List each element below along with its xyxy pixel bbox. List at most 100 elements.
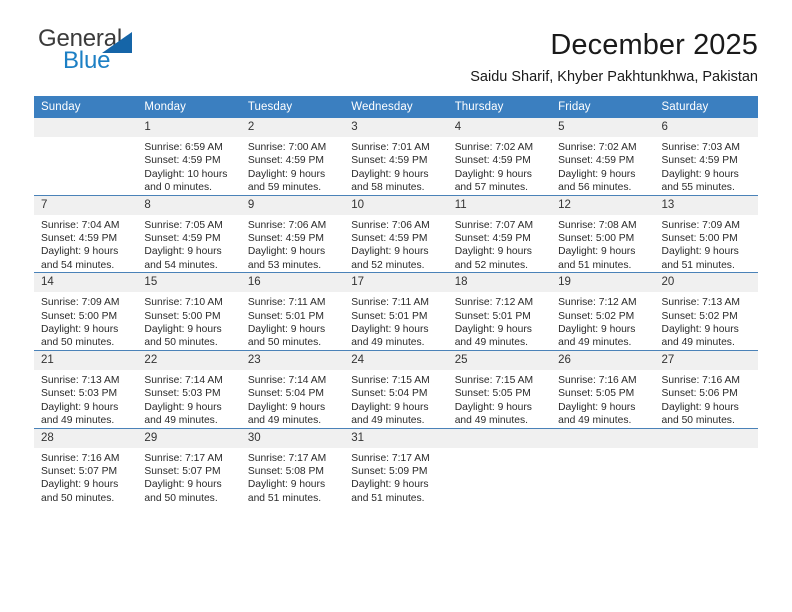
calendar-day-cell[interactable]: 3 Sunrise: 7:01 AM Sunset: 4:59 PM Daylight… — [344, 118, 448, 196]
day-number: 18 — [447, 273, 552, 293]
daylight-text-line1: Daylight: 9 hours — [351, 246, 429, 258]
daylight-text-line2: and 52 minutes. — [454, 259, 528, 271]
daylight-text-line1: Daylight: 9 hours — [351, 479, 429, 491]
day-number: 29 — [137, 428, 241, 448]
generalblue-logo[interactable]: General Blue — [34, 26, 174, 78]
daylight-text-line1: Daylight: 9 hours — [454, 168, 532, 180]
calendar-day-cell[interactable]: 6 Sunrise: 7:03 AM Sunset: 4:59 PM Daylight… — [654, 118, 758, 196]
page-subtitle: Saidu Sharif, Khyber Pakhtunkhwa, Pakist… — [470, 69, 758, 85]
calendar-day-cell[interactable]: 22 Sunrise: 7:14 AM Sunset: 5:03 PM Dayligh… — [137, 349, 241, 428]
sunrise-text: Sunrise: 7:09 AM — [41, 297, 120, 309]
daylight-text-line1: Daylight: 9 hours — [144, 479, 222, 491]
sunrise-text: Sunrise: 7:16 AM — [661, 374, 740, 386]
weekday-header-saturday: Saturday — [654, 96, 758, 118]
sunrise-text: Sunrise: 7:17 AM — [144, 452, 223, 464]
day-sun-info: Sunrise: 7:15 AM Sunset: 5:05 PM Daylight:… — [448, 370, 551, 428]
calendar-cell-empty — [447, 427, 552, 506]
daylight-text-line1: Daylight: 9 hours — [661, 246, 739, 258]
calendar-day-cell[interactable]: 16 Sunrise: 7:11 AM Sunset: 5:01 PM Dayligh… — [240, 272, 345, 351]
calendar-day-cell[interactable]: 27 Sunrise: 7:16 AM Sunset: 5:06 PM Dayligh… — [654, 349, 758, 428]
daylight-text-line1: Daylight: 9 hours — [351, 168, 429, 180]
calendar-day-cell[interactable]: 12 Sunrise: 7:08 AM Sunset: 5:00 PM Dayligh… — [551, 194, 655, 273]
daylight-text-line2: and 49 minutes. — [558, 415, 632, 427]
day-sun-info: Sunrise: 7:11 AM Sunset: 5:01 PM Daylight:… — [344, 292, 447, 350]
calendar-day-cell[interactable]: 14 Sunrise: 7:09 AM Sunset: 5:00 PM Dayligh… — [34, 272, 138, 351]
sunrise-text: Sunrise: 7:07 AM — [454, 219, 534, 231]
day-number — [447, 428, 552, 448]
day-number: 27 — [654, 350, 758, 370]
daylight-text-line2: and 59 minutes. — [247, 182, 322, 194]
daylight-text-line2: and 51 minutes. — [661, 259, 735, 271]
day-sun-info: Sunrise: 7:13 AM Sunset: 5:03 PM Daylight:… — [34, 370, 137, 428]
daylight-text-line1: Daylight: 9 hours — [41, 324, 119, 336]
day-number — [34, 118, 138, 137]
sunset-text: Sunset: 5:03 PM — [144, 388, 221, 400]
page-title: December 2025 — [550, 29, 758, 61]
day-number: 19 — [551, 273, 655, 293]
sunset-text: Sunset: 5:05 PM — [558, 388, 635, 400]
sunset-text: Sunset: 5:04 PM — [351, 388, 428, 400]
calendar-day-cell[interactable]: 30 Sunrise: 7:17 AM Sunset: 5:08 PM Dayligh… — [240, 427, 345, 506]
day-sun-info: Sunrise: 7:13 AM Sunset: 5:02 PM Daylight:… — [655, 292, 758, 350]
daylight-text-line1: Daylight: 9 hours — [247, 168, 326, 180]
day-sun-info: Sunrise: 7:00 AM Sunset: 4:59 PM Daylight:… — [241, 137, 344, 195]
sunrise-text: Sunrise: 7:14 AM — [247, 374, 327, 386]
sunset-text: Sunset: 5:01 PM — [351, 310, 428, 322]
calendar-day-cell[interactable]: 7 Sunrise: 7:04 AM Sunset: 4:59 PM Daylight… — [34, 194, 138, 273]
sunset-text: Sunset: 5:01 PM — [247, 310, 324, 322]
calendar-day-cell[interactable]: 21 Sunrise: 7:13 AM Sunset: 5:03 PM Dayligh… — [34, 349, 138, 428]
calendar-day-cell[interactable]: 2 Sunrise: 7:00 AM Sunset: 4:59 PM Daylight… — [240, 118, 345, 196]
calendar-day-cell[interactable]: 9 Sunrise: 7:06 AM Sunset: 4:59 PM Daylight… — [240, 194, 345, 273]
daylight-text-line2: and 56 minutes. — [558, 182, 632, 194]
calendar-day-cell[interactable]: 24 Sunrise: 7:15 AM Sunset: 5:04 PM Dayligh… — [344, 349, 448, 428]
calendar-day-cell[interactable]: 17 Sunrise: 7:11 AM Sunset: 5:01 PM Dayligh… — [344, 272, 448, 351]
weekday-header-tuesday: Tuesday — [240, 96, 345, 118]
sunset-text: Sunset: 5:02 PM — [558, 310, 635, 322]
calendar-day-cell[interactable]: 13 Sunrise: 7:09 AM Sunset: 5:00 PM Dayligh… — [654, 194, 758, 273]
daylight-text-line1: Daylight: 9 hours — [454, 246, 532, 258]
calendar-day-cell[interactable]: 11 Sunrise: 7:07 AM Sunset: 4:59 PM Dayligh… — [447, 194, 552, 273]
calendar-day-cell[interactable]: 25 Sunrise: 7:15 AM Sunset: 5:05 PM Dayligh… — [447, 349, 552, 428]
daylight-text-line2: and 50 minutes. — [41, 337, 115, 349]
calendar-day-cell[interactable]: 10 Sunrise: 7:06 AM Sunset: 4:59 PM Dayligh… — [344, 194, 448, 273]
calendar-day-cell[interactable]: 15 Sunrise: 7:10 AM Sunset: 5:00 PM Dayligh… — [137, 272, 241, 351]
sunrise-text: Sunrise: 7:17 AM — [351, 452, 430, 464]
sunrise-text: Sunrise: 7:13 AM — [41, 374, 120, 386]
calendar-day-cell[interactable]: 26 Sunrise: 7:16 AM Sunset: 5:05 PM Dayligh… — [551, 349, 655, 428]
calendar-day-cell[interactable]: 18 Sunrise: 7:12 AM Sunset: 5:01 PM Dayligh… — [447, 272, 552, 351]
sunrise-text: Sunrise: 7:16 AM — [41, 452, 120, 464]
daylight-text-line2: and 50 minutes. — [661, 415, 735, 427]
daylight-text-line1: Daylight: 9 hours — [247, 246, 326, 258]
day-number: 30 — [240, 428, 345, 448]
sunrise-text: Sunrise: 7:09 AM — [661, 219, 740, 231]
calendar-day-cell[interactable]: 5 Sunrise: 7:02 AM Sunset: 4:59 PM Daylight… — [551, 118, 655, 196]
calendar-day-cell[interactable]: 28 Sunrise: 7:16 AM Sunset: 5:07 PM Dayligh… — [34, 427, 138, 506]
weekday-header-wednesday: Wednesday — [344, 96, 448, 118]
weekday-header-monday: Monday — [137, 96, 241, 118]
sunrise-text: Sunrise: 7:15 AM — [454, 374, 534, 386]
calendar-day-cell[interactable]: 20 Sunrise: 7:13 AM Sunset: 5:02 PM Dayligh… — [654, 272, 758, 351]
day-number: 3 — [344, 118, 448, 137]
daylight-text-line2: and 52 minutes. — [351, 259, 425, 271]
sunset-text: Sunset: 5:08 PM — [247, 465, 324, 477]
calendar-day-cell[interactable]: 23 Sunrise: 7:14 AM Sunset: 5:04 PM Dayligh… — [240, 349, 345, 428]
page-header: General Blue December 2025 Saidu Sharif,… — [0, 0, 792, 96]
day-sun-info: Sunrise: 7:05 AM Sunset: 4:59 PM Daylight:… — [137, 215, 240, 273]
sunrise-text: Sunrise: 7:04 AM — [41, 219, 120, 231]
calendar-day-cell[interactable]: 8 Sunrise: 7:05 AM Sunset: 4:59 PM Daylight… — [137, 194, 241, 273]
calendar-cell-empty — [551, 427, 655, 506]
daylight-text-line1: Daylight: 9 hours — [41, 246, 119, 258]
day-sun-info: Sunrise: 7:04 AM Sunset: 4:59 PM Daylight:… — [34, 215, 137, 273]
calendar-day-cell[interactable]: 1 Sunrise: 6:59 AM Sunset: 4:59 PM Daylight… — [137, 118, 241, 196]
sunrise-text: Sunrise: 7:02 AM — [558, 142, 637, 153]
daylight-text-line2: and 49 minutes. — [351, 337, 425, 349]
sunset-text: Sunset: 5:01 PM — [454, 310, 531, 322]
daylight-text-line1: Daylight: 9 hours — [41, 401, 119, 413]
calendar-day-cell[interactable]: 29 Sunrise: 7:17 AM Sunset: 5:07 PM Dayligh… — [137, 427, 241, 506]
calendar-day-cell[interactable]: 31 Sunrise: 7:17 AM Sunset: 5:09 PM Dayligh… — [344, 427, 448, 506]
daylight-text-line1: Daylight: 9 hours — [661, 401, 739, 413]
daylight-text-line2: and 51 minutes. — [351, 492, 425, 504]
calendar-day-cell[interactable]: 4 Sunrise: 7:02 AM Sunset: 4:59 PM Daylight… — [447, 118, 552, 196]
day-number: 21 — [34, 350, 138, 370]
calendar-day-cell[interactable]: 19 Sunrise: 7:12 AM Sunset: 5:02 PM Dayligh… — [551, 272, 655, 351]
